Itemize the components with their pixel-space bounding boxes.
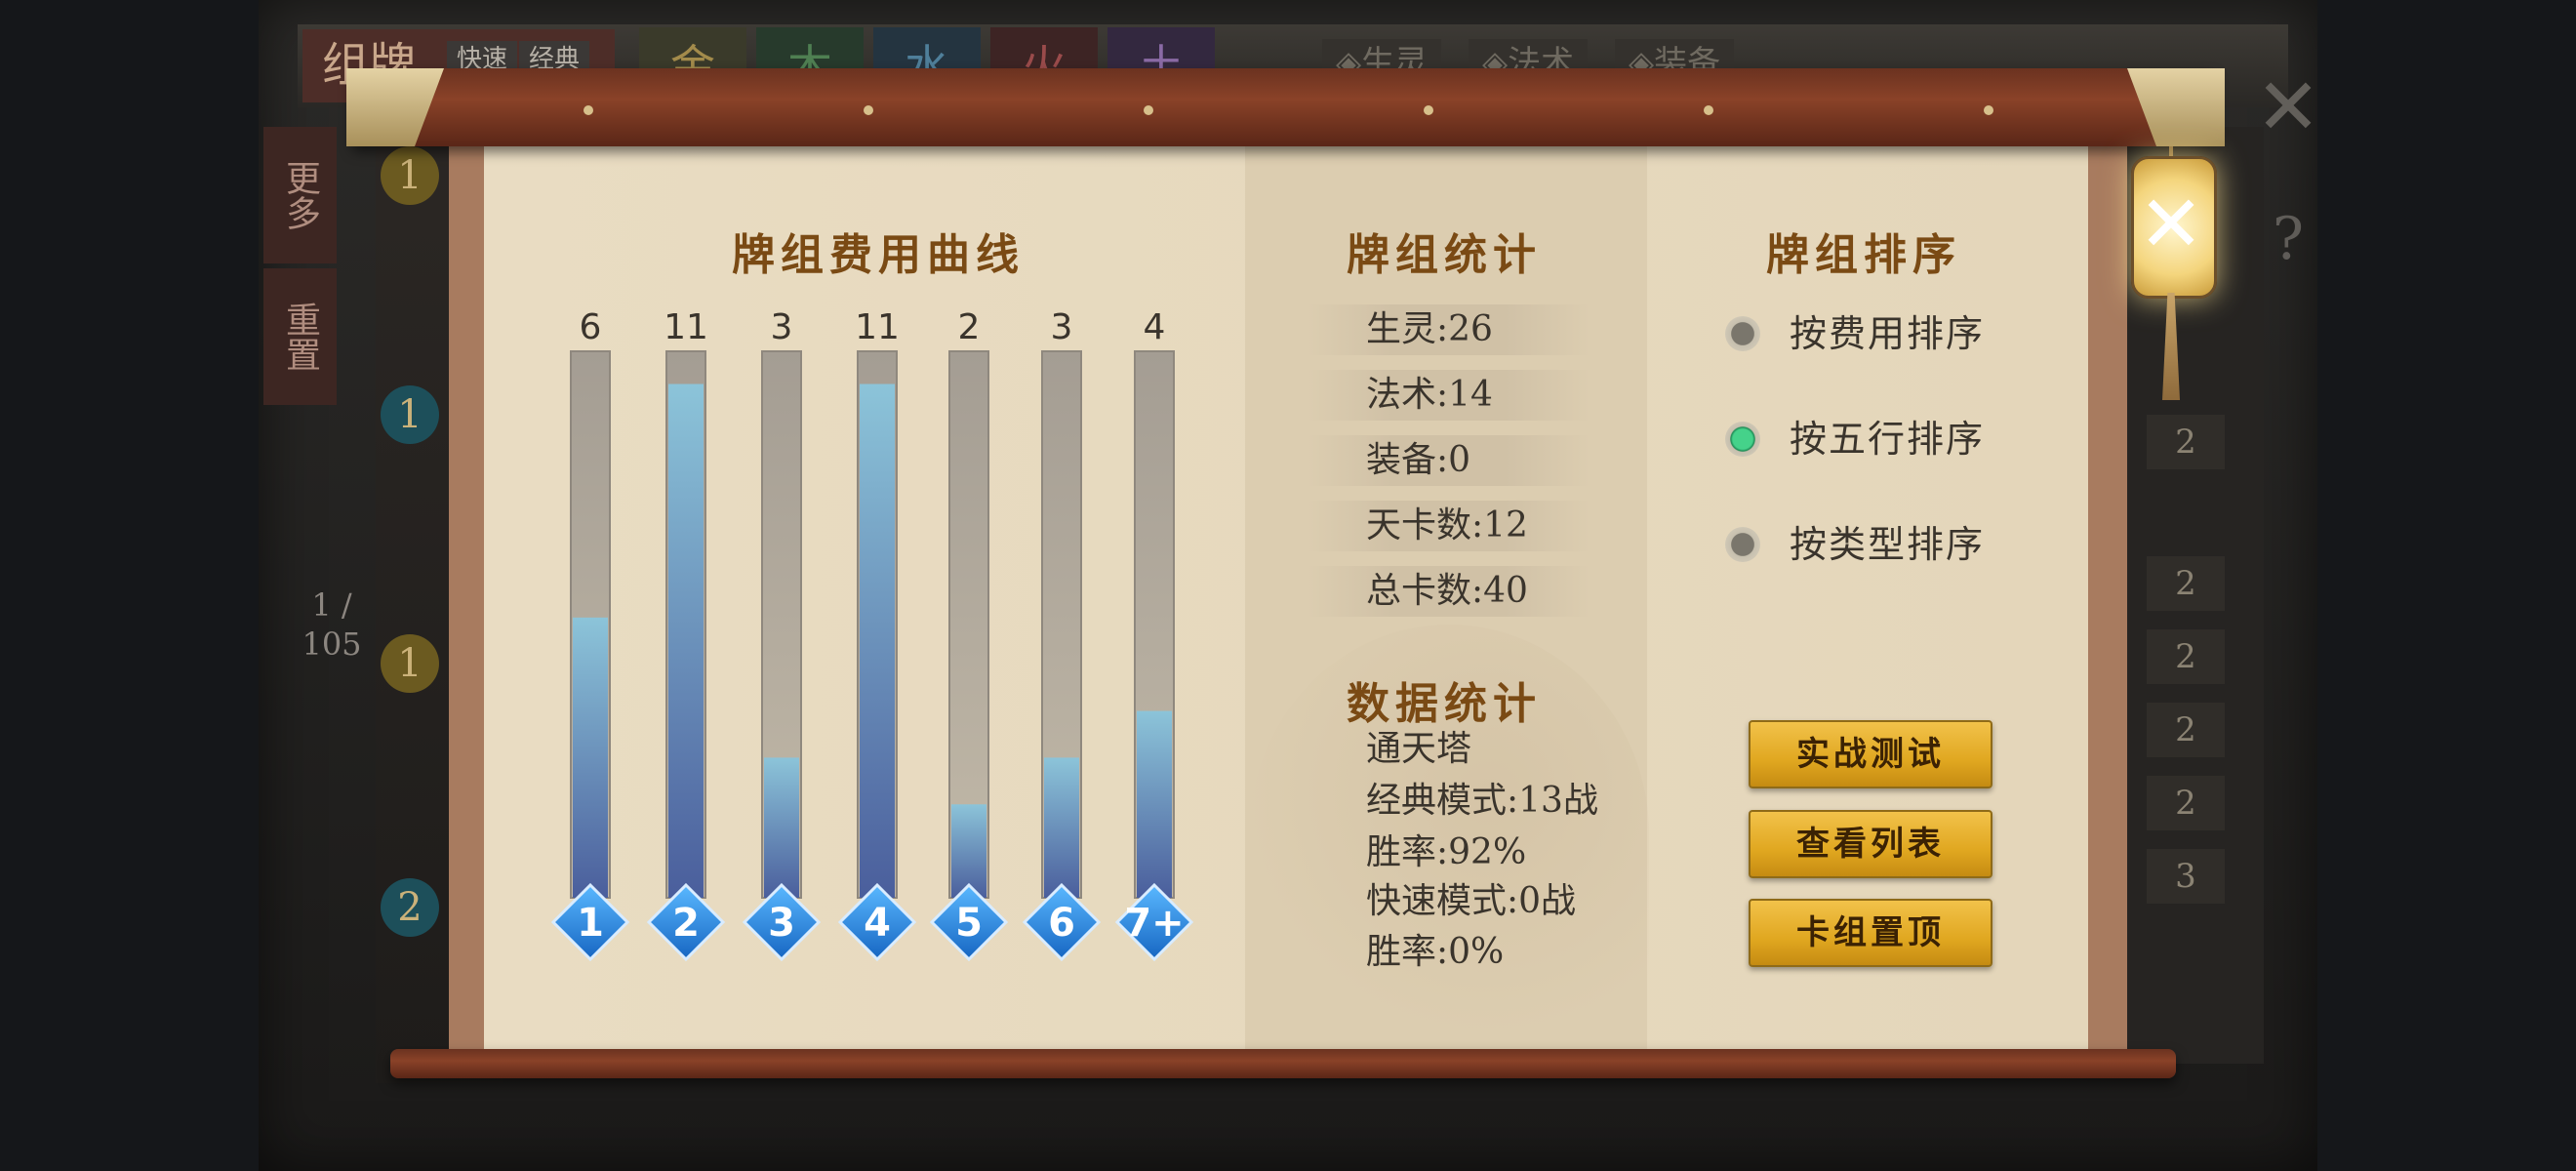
cost-tick-label: 5 [955, 901, 983, 946]
deck-sort-title: 牌组排序 [1766, 230, 1961, 280]
data-quick-battles: 快速模式:0战 [1366, 881, 1577, 921]
background-count: 3 [2147, 849, 2225, 904]
bar-count-label: 3 [1051, 307, 1073, 347]
background-count: 2 [2147, 703, 2225, 757]
sort-option-label: 按类型排序 [1790, 523, 1986, 566]
stat-spells: 法术:14 [1308, 370, 1590, 421]
background-help-icon: ? [2272, 205, 2305, 273]
background-count: 2 [2147, 776, 2225, 830]
rod-stud [864, 105, 873, 115]
background-close-icon: ✕ [2255, 61, 2321, 152]
stat-total-cards: 总卡数:40 [1308, 566, 1590, 617]
bar-fill [1137, 710, 1172, 898]
stat-equipment: 装备:0 [1308, 435, 1590, 486]
battle-test-button[interactable]: 实战测试 [1749, 720, 1992, 788]
bar-fill [573, 617, 608, 898]
bar-count-label: 11 [664, 307, 708, 347]
bar-fill [764, 757, 799, 898]
background-cost-badge: 1 [381, 385, 439, 444]
bar-count-label: 11 [855, 307, 900, 347]
background-count: 2 [2147, 415, 2225, 469]
scroll-bottom-rod [390, 1049, 2176, 1078]
rod-stud [1704, 105, 1713, 115]
data-mode-tower: 通天塔 [1366, 729, 1472, 769]
close-icon[interactable]: ✕ [2137, 166, 2205, 283]
bar-fill [860, 384, 895, 898]
radio-unchecked-icon[interactable] [1725, 527, 1760, 562]
background-cost-badge: 1 [381, 634, 439, 693]
bar-count-label: 4 [1144, 307, 1166, 347]
data-classic-winrate: 胜率:92% [1366, 832, 1527, 872]
rod-stud [1144, 105, 1153, 115]
data-stats-title: 数据统计 [1347, 679, 1542, 729]
radio-unchecked-icon[interactable] [1725, 316, 1760, 351]
bar-fill [668, 384, 704, 898]
bar-count-label: 6 [580, 307, 602, 347]
cost-tick-label: 6 [1048, 901, 1075, 946]
sort-option-label: 按五行排序 [1790, 418, 1986, 461]
cost-curve-chart: 6111233114253647+ [550, 307, 1194, 962]
rod-stud [1424, 105, 1433, 115]
background-more-button[interactable]: 更多 [263, 127, 337, 263]
stat-creatures: 生灵:26 [1308, 304, 1590, 355]
background-cost-badge: 2 [381, 878, 439, 937]
stat-heaven-cards: 天卡数:12 [1308, 501, 1590, 551]
bar-fill [1044, 757, 1079, 898]
bar-count-label: 2 [958, 307, 981, 347]
rod-stud [1984, 105, 1993, 115]
cost-tick-label: 1 [577, 901, 604, 946]
data-quick-winrate: 胜率:0% [1366, 932, 1505, 972]
background-count: 2 [2147, 556, 2225, 611]
sort-option-label: 按费用排序 [1790, 312, 1986, 355]
pin-deck-button[interactable]: 卡组置顶 [1749, 899, 1992, 967]
background-page-indicator: 1 / 105 [302, 586, 362, 663]
rod-stud [584, 105, 593, 115]
cost-tick-label: 7+ [1124, 901, 1184, 946]
bar-count-label: 3 [771, 307, 793, 347]
cost-tick-label: 4 [864, 901, 891, 946]
cost-tick-label: 2 [672, 901, 700, 946]
scroll-top-rod [351, 68, 2215, 146]
view-list-button[interactable]: 查看列表 [1749, 810, 1992, 878]
background-reset-button[interactable]: 重置 [263, 268, 337, 405]
data-classic-battles: 经典模式:13战 [1366, 781, 1598, 821]
radio-checked-icon[interactable] [1725, 422, 1760, 457]
cost-tick-label: 3 [768, 901, 795, 946]
cost-curve-title: 牌组费用曲线 [732, 230, 1025, 280]
deck-stats-title: 牌组统计 [1347, 230, 1542, 280]
background-count: 2 [2147, 629, 2225, 684]
background-cost-badge: 1 [381, 146, 439, 205]
